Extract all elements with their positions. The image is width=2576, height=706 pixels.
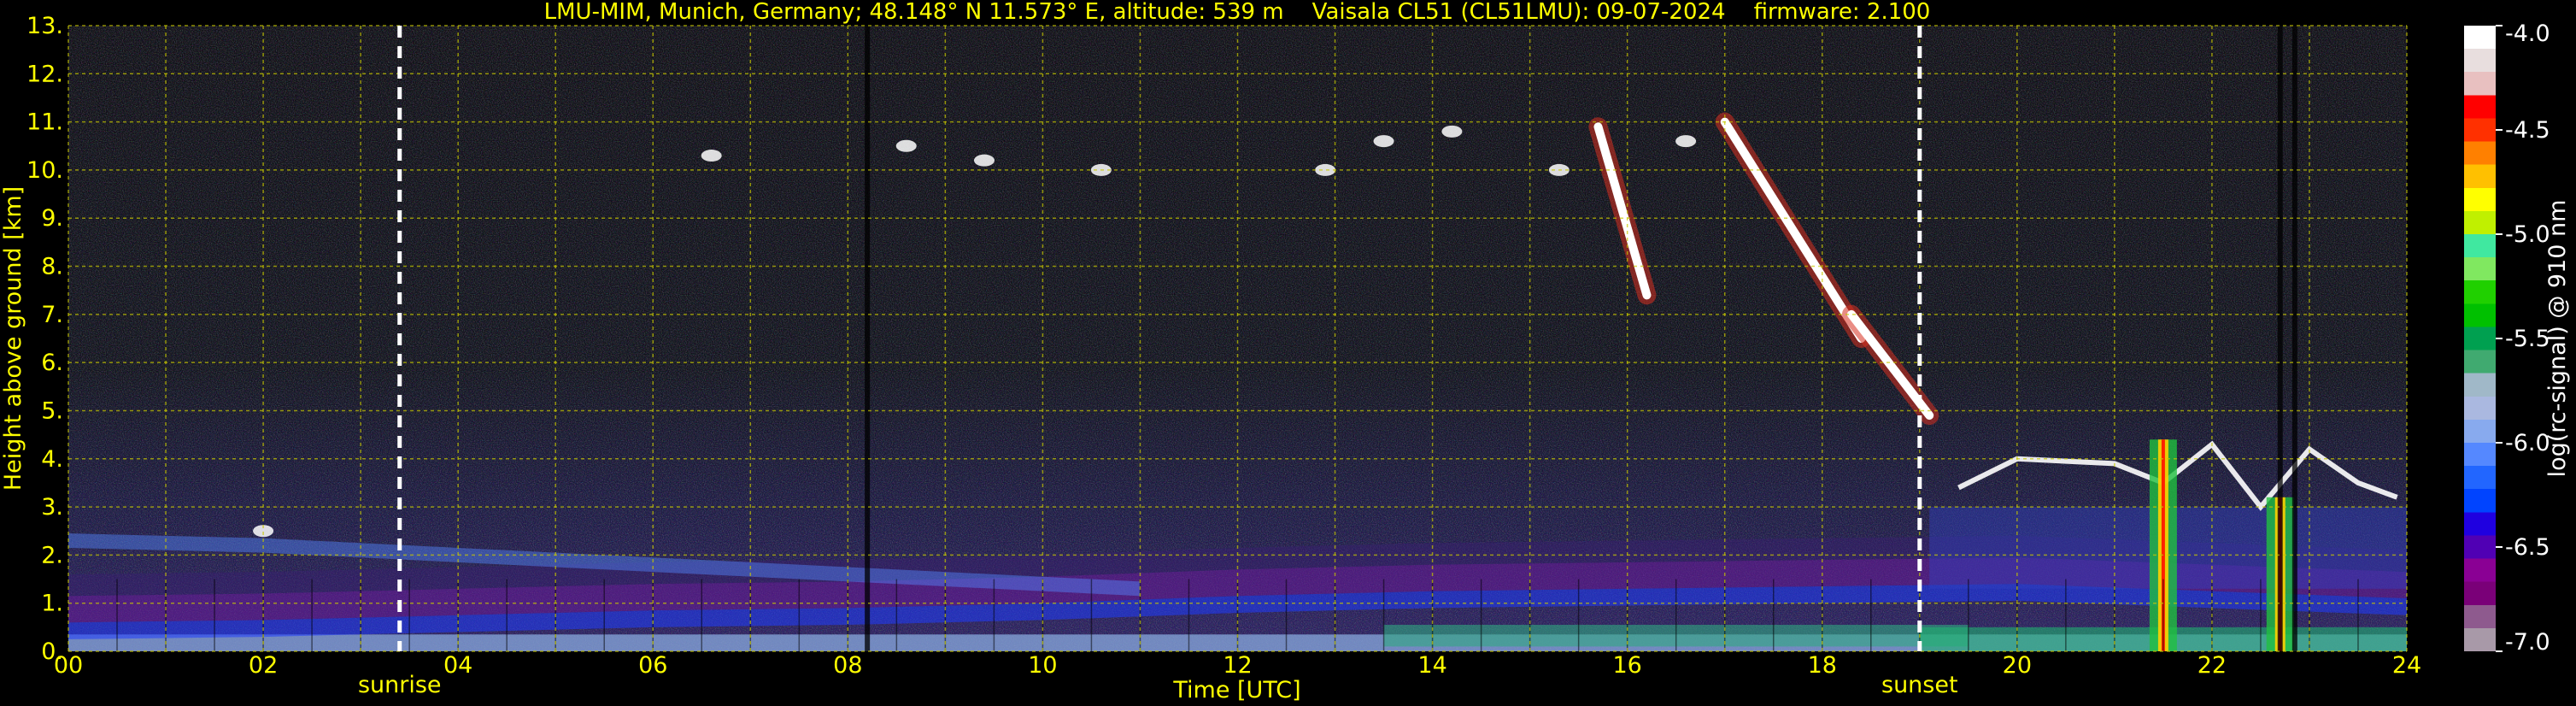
y-tick-label: 13. (26, 13, 63, 39)
x-tick-label: 08 (833, 652, 862, 679)
colorbar-label: log(rc-signal) @ 910 nm (2544, 200, 2571, 478)
y-axis-label: Height above ground [km] (0, 186, 26, 491)
data-gap-0 (865, 26, 871, 651)
chart-title: LMU-MIM, Munich, Germany; 48.148° N 11.5… (544, 0, 1931, 25)
cloud-patch-8 (1675, 135, 1697, 148)
colorbar-ticks: -7.0 -6.5 -6.0 -5.5 -5.0 -4.5 -4.0 (2496, 21, 2550, 656)
x-axis-label: Time [UTC] (1172, 677, 1300, 703)
y-tick-label: 8. (41, 254, 63, 280)
x-tick-label: 04 (443, 652, 472, 679)
colorbar-bar (2464, 26, 2496, 651)
plot-background (68, 26, 2407, 651)
colorbar: -7.0 -6.5 -6.0 -5.5 -5.0 -4.5 -4.0 log(rc-sign… (2464, 21, 2571, 656)
x-tick-label: 22 (2198, 652, 2227, 679)
cloud-patch-5 (1373, 135, 1394, 148)
colorbar-tick-label: -6.0 (2505, 430, 2550, 456)
colorbar-tick-label: -6.5 (2505, 534, 2550, 561)
y-tick-label: 10. (26, 157, 63, 184)
cloud-patch-0 (701, 150, 722, 162)
cloud-patch-4 (1315, 163, 1336, 176)
y-tick-label: 4. (41, 446, 63, 473)
y-tick-label: 7. (41, 302, 63, 328)
sunrise-label: sunrise (358, 672, 442, 698)
ceilometer-chart: 00 02 04 06 08 10 12 14 16 18 20 22 24 0.1.2.3.4.5.6… (0, 0, 2571, 703)
colorbar-tick-label: -5.5 (2505, 326, 2550, 352)
x-tick-label: 12 (1223, 652, 1252, 679)
data-gap-2 (2291, 26, 2297, 651)
y-tick-label: 2. (41, 542, 63, 568)
x-tick-label: 14 (1417, 652, 1446, 679)
x-tick-label: 10 (1028, 652, 1057, 679)
cloud-patch-2 (973, 154, 995, 167)
y-tick-label: 6. (41, 350, 63, 376)
colorbar-tick-label: -7.0 (2505, 629, 2550, 656)
y-tick-label: 1. (41, 591, 63, 617)
y-tick-label: 11. (26, 109, 63, 136)
x-tick-label: 06 (638, 652, 667, 679)
x-tick-label: 18 (1808, 652, 1837, 679)
x-tick-label: 20 (2003, 652, 2032, 679)
data-gap-1 (2277, 26, 2283, 651)
x-tick-label: 16 (1612, 652, 1641, 679)
y-tick-label: 9. (41, 205, 63, 232)
y-tick-label: 0. (41, 638, 63, 665)
colorbar-tick-label: -5.0 (2505, 221, 2550, 248)
x-tick-label: 24 (2392, 652, 2421, 679)
y-axis-ticks: 0. 1. 2. 3. 4. 5. 6. 7. 8. 9. 10. 11. 12. 13. (26, 13, 63, 665)
x-tick-label: 02 (249, 652, 278, 679)
event-labels: sunrise sunset (358, 672, 1958, 698)
cloud-patch-1 (895, 139, 917, 152)
y-tick-label: 5. (41, 397, 63, 424)
y-tick-label: 12. (26, 61, 63, 87)
colorbar-tick-label: -4.0 (2505, 21, 2550, 47)
sunset-label: sunset (1881, 672, 1958, 698)
colorbar-tick-label: -4.5 (2505, 117, 2550, 144)
y-tick-label: 3. (41, 494, 63, 521)
cloud-patch-6 (1441, 125, 1463, 138)
